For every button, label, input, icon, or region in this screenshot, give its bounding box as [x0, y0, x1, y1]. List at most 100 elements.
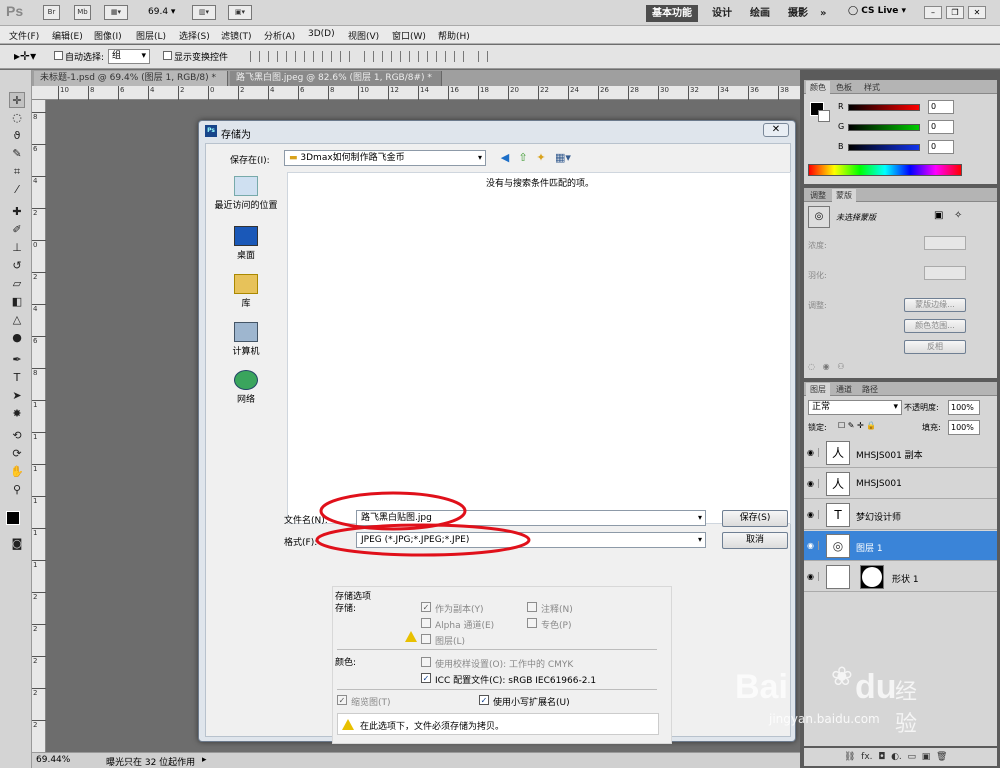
tab-untitled-1[interactable]: 未标题-1.psd @ 69.4% (图层 1, RGB/8) * — [34, 71, 228, 86]
place-library[interactable]: 库 — [210, 274, 282, 309]
distribute-bottom-icon[interactable] — [400, 51, 410, 62]
blur-tool-icon[interactable]: △ — [9, 312, 25, 328]
g-input[interactable]: 0 — [928, 120, 954, 134]
color-ramp[interactable] — [808, 164, 962, 176]
tab-swatches[interactable]: 色板 — [832, 81, 856, 94]
invert-button[interactable]: 反相 — [904, 340, 966, 354]
notes-checkbox[interactable] — [527, 602, 537, 612]
dialog-titlebar[interactable]: Ps 存储为 ✕ — [199, 121, 795, 143]
cancel-button[interactable]: 取消 — [722, 532, 788, 549]
mini-bridge-button[interactable]: Mb — [74, 5, 91, 20]
mask-edge-button[interactable]: 蒙版边缘... — [904, 298, 966, 312]
layer-row[interactable]: ◉ 人 MHSJS001 副本 — [804, 438, 997, 468]
distribute-right-icon[interactable] — [454, 51, 464, 62]
clone-stamp-tool-icon[interactable]: ⊥ — [9, 240, 25, 256]
workspace-painting[interactable]: 绘画 — [744, 5, 776, 22]
tab-channels[interactable]: 通道 — [832, 383, 856, 396]
eye-icon[interactable]: ◉ — [807, 448, 819, 457]
icc-checkbox[interactable]: ✓ — [421, 673, 431, 683]
arrange-documents-icon[interactable]: ▥▾ — [192, 5, 216, 20]
move-tool-preset-icon[interactable]: ▸✛▾ — [14, 49, 36, 63]
gradient-tool-icon[interactable]: ◧ — [9, 294, 25, 310]
view-menu-icon[interactable]: ▦▾ — [552, 151, 574, 165]
auto-select-checkbox[interactable] — [54, 51, 63, 60]
lock-icons[interactable]: ☐ ✎ ✛ 🔒 — [838, 421, 876, 430]
tab-luffy-jpeg[interactable]: 路飞黑白图.jpeg @ 82.6% (图层 1, RGB/8#) * — [230, 71, 442, 86]
marquee-tool-icon[interactable]: ◌ — [9, 110, 25, 126]
layers-footer-icons[interactable]: ⛓ fx. ◘ ◐. ▭ ▣ 🗑 — [804, 748, 997, 766]
workspace-design[interactable]: 设计 — [706, 5, 738, 22]
menu-filter[interactable]: 滤镜(T) — [221, 29, 252, 42]
cs-live-button[interactable]: ◯ CS Live ▾ — [848, 6, 906, 16]
place-desktop[interactable]: 桌面 — [210, 226, 282, 261]
eyedropper-tool-icon[interactable]: ⁄ — [9, 182, 25, 198]
more-workspaces-button[interactable]: » — [814, 5, 832, 22]
r-input[interactable]: 0 — [928, 100, 954, 114]
save-in-combo[interactable]: ▬ 3Dmax如何制作路飞金币 ▾ — [284, 150, 486, 166]
spot-checkbox[interactable] — [527, 618, 537, 628]
place-computer[interactable]: 计算机 — [210, 322, 282, 357]
mask-footer-icons[interactable]: ◌ ◉ ⚇ — [808, 362, 844, 371]
menu-view[interactable]: 视图(V) — [348, 29, 379, 42]
screen-mode-icon[interactable]: ▣▾ — [228, 5, 252, 20]
quick-mask-icon[interactable]: ◙ — [9, 536, 25, 552]
place-network[interactable]: 网络 — [210, 370, 282, 405]
dodge-tool-icon[interactable]: ● — [9, 330, 25, 346]
layer-row[interactable]: ◉ T 梦幻设计师 — [804, 500, 997, 530]
as-copy-checkbox[interactable]: ✓ — [421, 602, 431, 612]
view-extras-icon[interactable]: ▦▾ — [104, 5, 128, 20]
auto-select-dropdown[interactable]: 组 ▾ — [108, 49, 150, 64]
new-folder-icon[interactable]: ✦ — [534, 151, 548, 165]
bg-color-swatch[interactable] — [818, 110, 830, 122]
layer-row-selected[interactable]: ◉ ◎ 图层 1 — [804, 531, 997, 561]
status-zoom[interactable]: 69.44% — [36, 755, 70, 765]
menu-edit[interactable]: 编辑(E) — [52, 29, 83, 42]
up-folder-icon[interactable]: ⇧ — [516, 151, 530, 165]
align-vcenter-icon[interactable] — [268, 51, 278, 62]
distribute-top-icon[interactable] — [364, 51, 374, 62]
menu-analysis[interactable]: 分析(A) — [264, 29, 295, 42]
restore-button[interactable]: ❐ — [946, 6, 964, 19]
distribute-vcenter-icon[interactable] — [382, 51, 392, 62]
g-slider[interactable] — [848, 124, 920, 131]
fill-input[interactable]: 100% — [948, 420, 980, 435]
thumbnail-checkbox[interactable]: ✓ — [337, 695, 347, 705]
color-range-button[interactable]: 颜色范围... — [904, 319, 966, 333]
feather-input[interactable] — [924, 266, 966, 280]
dialog-close-button[interactable]: ✕ — [763, 123, 789, 137]
status-menu-arrow-icon[interactable]: ▸ — [202, 755, 207, 765]
save-button[interactable]: 保存(S) — [722, 510, 788, 527]
menu-layer[interactable]: 图层(L) — [136, 29, 166, 42]
density-input[interactable] — [924, 236, 966, 250]
auto-align-icon[interactable] — [478, 51, 488, 62]
menu-select[interactable]: 选择(S) — [179, 29, 210, 42]
tab-color[interactable]: 颜色 — [806, 81, 830, 94]
place-recent[interactable]: 最近访问的位置 — [210, 176, 282, 211]
shape-tool-icon[interactable]: ✸ — [9, 406, 25, 422]
minimize-button[interactable]: – — [924, 6, 942, 19]
menu-window[interactable]: 窗口(W) — [392, 29, 426, 42]
vector-mask-icon[interactable]: ✧ — [954, 210, 962, 221]
zoom-level-menu[interactable]: 69.4 ▾ — [148, 7, 175, 17]
menu-image[interactable]: 图像(I) — [94, 29, 122, 42]
align-hcenter-icon[interactable] — [322, 51, 332, 62]
menu-help[interactable]: 帮助(H) — [438, 29, 470, 42]
eraser-tool-icon[interactable]: ▱ — [9, 276, 25, 292]
lowercase-checkbox[interactable]: ✓ — [479, 695, 489, 705]
history-brush-tool-icon[interactable]: ↺ — [9, 258, 25, 274]
tab-paths[interactable]: 路径 — [858, 383, 882, 396]
healing-brush-tool-icon[interactable]: ✚ — [9, 204, 25, 220]
tab-masks[interactable]: 蒙版 — [832, 189, 856, 202]
3d-orbit-tool-icon[interactable]: ⟳ — [9, 446, 25, 462]
move-tool-icon[interactable]: ✛ — [9, 92, 25, 108]
pixel-mask-icon[interactable]: ▣ — [934, 210, 943, 221]
align-top-icon[interactable] — [250, 51, 260, 62]
show-transform-checkbox[interactable] — [163, 51, 172, 60]
quick-select-tool-icon[interactable]: ✎ — [9, 146, 25, 162]
distribute-hcenter-icon[interactable] — [436, 51, 446, 62]
layer-row[interactable]: ◉ 形状 1 — [804, 562, 997, 592]
foreground-color-swatch[interactable] — [6, 511, 20, 525]
layer-row[interactable]: ◉ 人 MHSJS001 — [804, 469, 997, 499]
hand-tool-icon[interactable]: ✋ — [9, 464, 25, 480]
align-left-icon[interactable] — [304, 51, 314, 62]
